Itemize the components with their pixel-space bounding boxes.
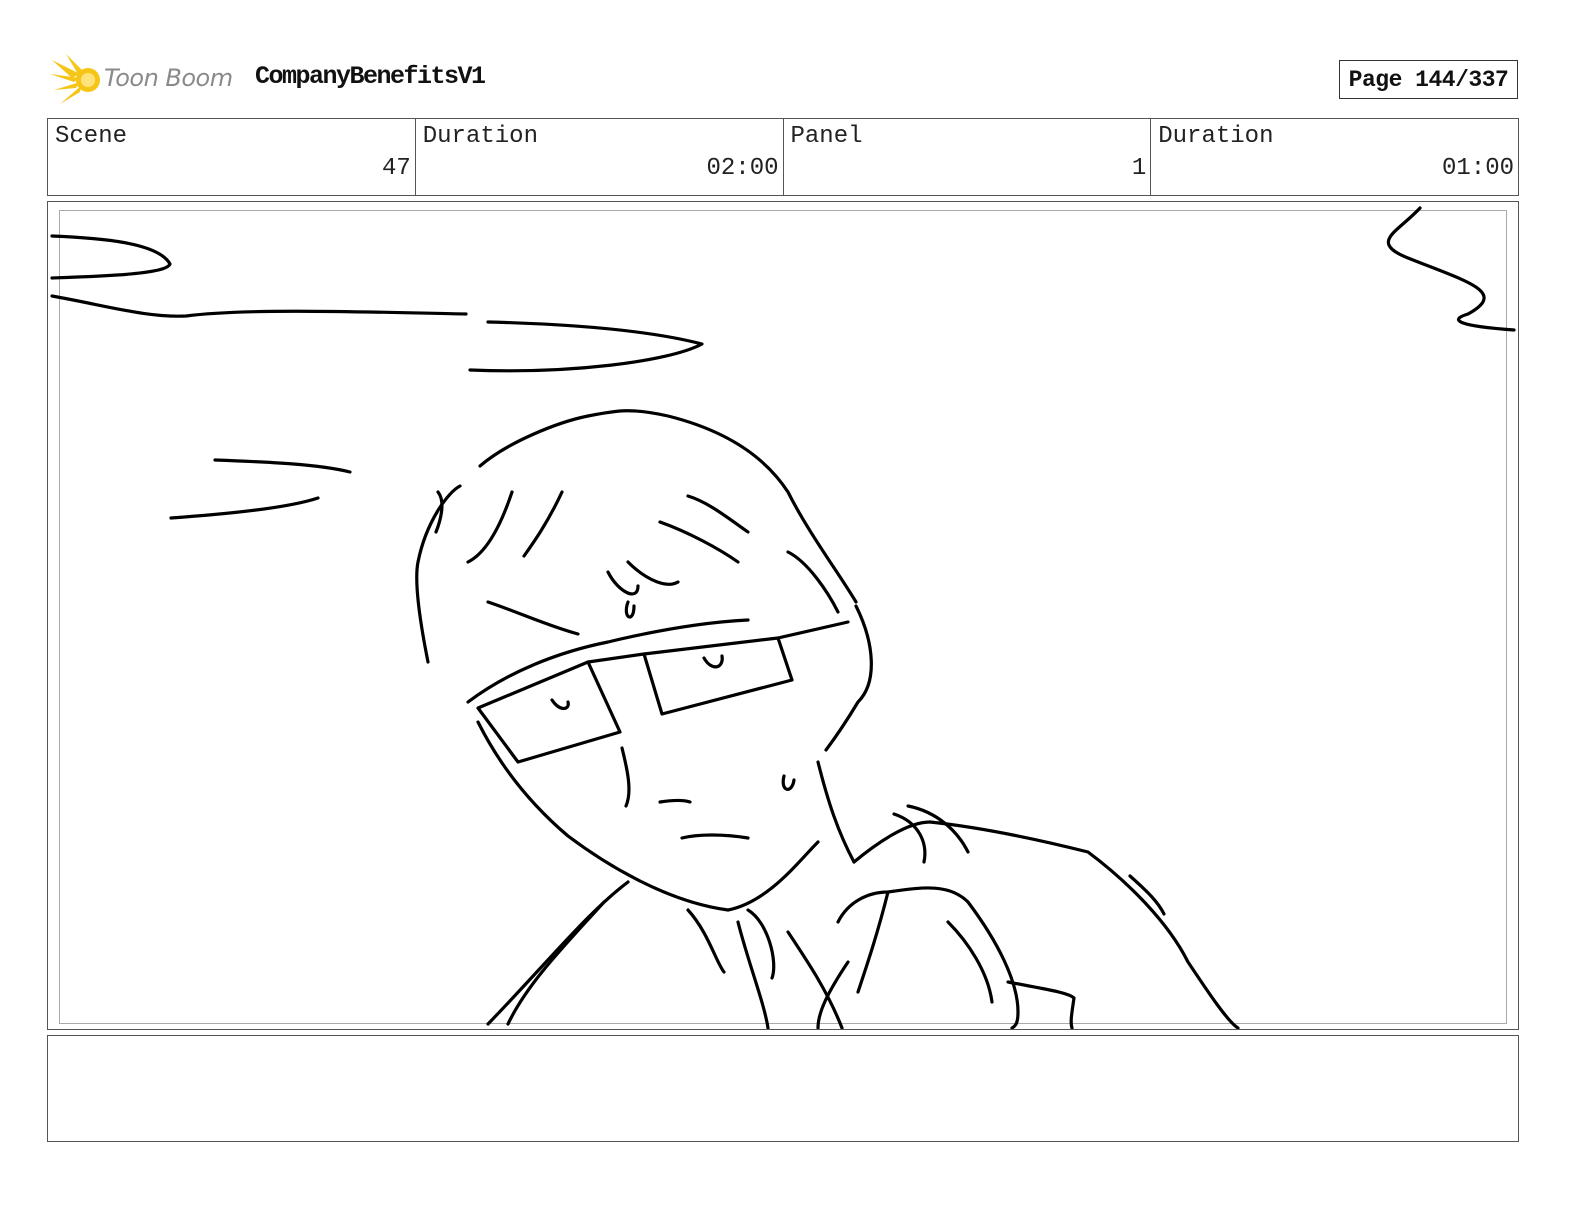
panel-notes-box	[47, 1035, 1519, 1142]
starburst-icon	[50, 54, 100, 104]
toon-boom-logo: Toon Boom	[50, 52, 240, 110]
panel-cell: Panel 1	[784, 119, 1152, 195]
scene-duration-value: 02:00	[706, 155, 779, 182]
scene-duration-label: Duration	[422, 123, 538, 150]
scene-duration-cell: Duration 02:00	[416, 119, 784, 195]
page-indicator: Page 144/337	[1339, 60, 1518, 99]
panel-duration-cell: Duration 01:00	[1151, 119, 1518, 195]
storyboard-panel	[47, 201, 1519, 1030]
panel-duration-label: Duration	[1158, 123, 1274, 150]
scene-value: 47	[381, 155, 411, 182]
logo-text: Toon Boom	[104, 64, 233, 92]
project-title: CompanyBenefitsV1	[255, 62, 486, 91]
scene-cell: Scene 47	[48, 119, 416, 195]
scene-label: Scene	[55, 123, 128, 150]
panel-value: 1	[1131, 155, 1147, 182]
panel-duration-value: 01:00	[1441, 155, 1514, 182]
scene-info-row: Scene 47 Duration 02:00 Panel 1 Duration…	[47, 118, 1519, 196]
panel-label: Panel	[790, 123, 863, 150]
sketch-drawing	[50, 206, 1516, 1029]
